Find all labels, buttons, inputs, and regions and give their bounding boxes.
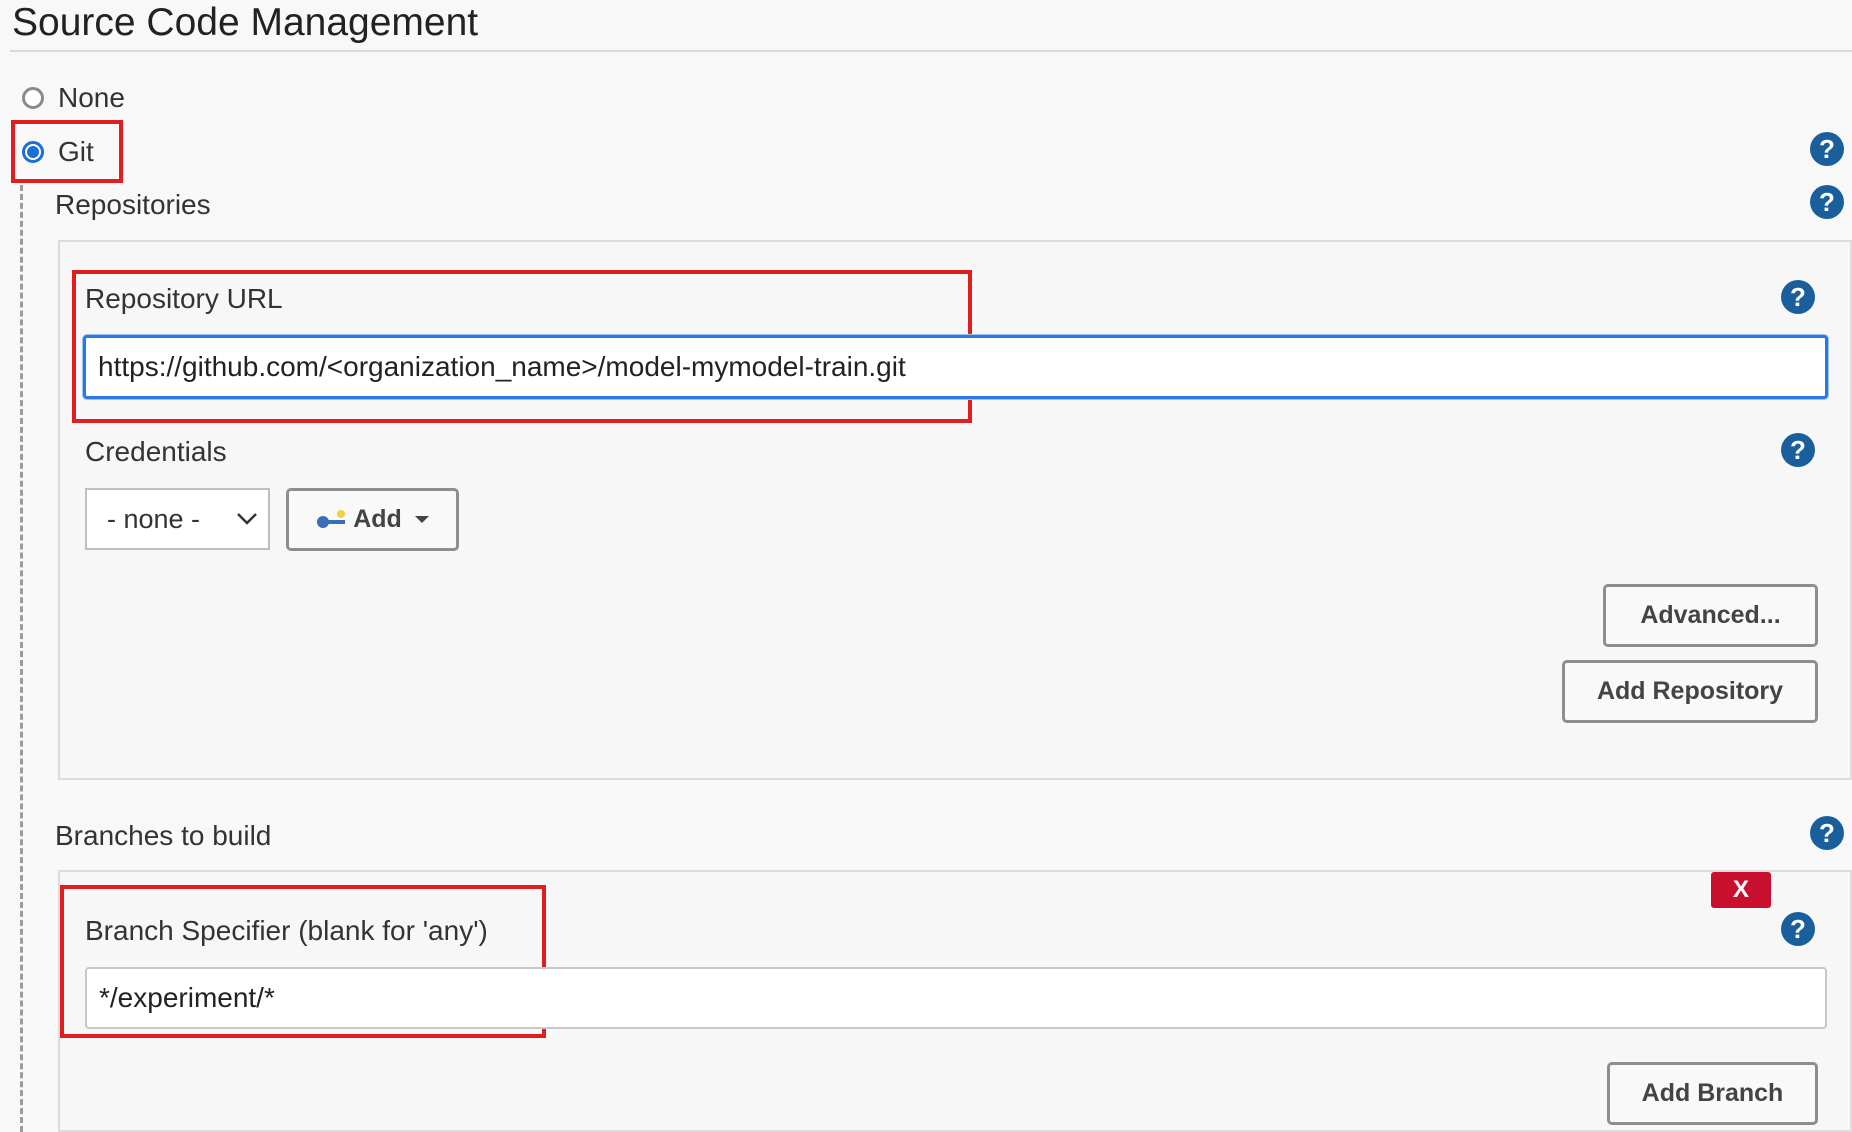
- radio-git[interactable]: [22, 141, 44, 163]
- repository-url-help-icon[interactable]: ?: [1781, 280, 1815, 314]
- section-title: Source Code Management: [12, 1, 479, 44]
- branch-specifier-label: Branch Specifier (blank for 'any'): [85, 915, 488, 946]
- credentials-help-icon[interactable]: ?: [1781, 433, 1815, 467]
- key-icon: [317, 509, 346, 528]
- scm-option-git[interactable]: Git: [22, 136, 94, 168]
- repositories-help-icon[interactable]: ?: [1810, 185, 1844, 219]
- section-indent-guide: [20, 185, 23, 1132]
- title-divider: [10, 50, 1852, 52]
- credentials-select[interactable]: - none -: [85, 488, 270, 550]
- branch-specifier-input[interactable]: */experiment/*: [85, 967, 1827, 1029]
- branch-specifier-help-icon[interactable]: ?: [1781, 912, 1815, 946]
- scm-option-none[interactable]: None: [22, 82, 125, 114]
- add-credentials-label: Add: [353, 505, 402, 533]
- add-repository-button[interactable]: Add Repository: [1562, 660, 1818, 723]
- credentials-selected-value: - none -: [107, 503, 201, 534]
- advanced-button[interactable]: Advanced...: [1603, 584, 1818, 647]
- scm-option-git-label: Git: [58, 136, 94, 167]
- repository-url-label: Repository URL: [85, 283, 283, 314]
- radio-none[interactable]: [22, 87, 44, 109]
- repositories-label: Repositories: [55, 189, 211, 220]
- credentials-label: Credentials: [85, 436, 227, 467]
- add-branch-button[interactable]: Add Branch: [1607, 1062, 1818, 1125]
- delete-branch-button[interactable]: X: [1711, 872, 1771, 908]
- repository-url-input[interactable]: https://github.com/<organization_name>/m…: [83, 335, 1828, 399]
- add-credentials-button[interactable]: Add: [286, 488, 459, 551]
- branches-label: Branches to build: [55, 820, 272, 851]
- git-help-icon[interactable]: ?: [1810, 132, 1844, 166]
- caret-down-icon: [414, 515, 429, 523]
- chevron-down-icon: [237, 513, 257, 525]
- scm-option-none-label: None: [58, 82, 125, 113]
- branches-help-icon[interactable]: ?: [1810, 816, 1844, 850]
